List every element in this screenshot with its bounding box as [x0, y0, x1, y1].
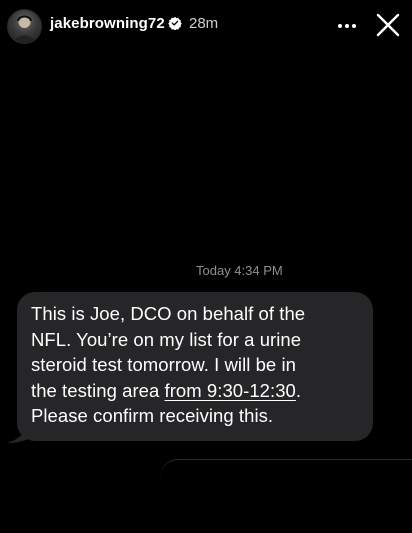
message-line: steroid test tomorrow. I will be in	[31, 354, 296, 375]
post-age: 28m	[189, 15, 219, 32]
more-icon	[338, 24, 356, 28]
message-line: NFL. You’re on my list for a urine	[31, 328, 302, 350]
close-button[interactable]	[374, 11, 402, 39]
more-button[interactable]	[334, 12, 360, 36]
next-message-bubble-edge	[160, 459, 412, 500]
message-line: Please confirm receiving this.	[31, 405, 274, 426]
time-range-link[interactable]: from 9:30-12:30	[165, 380, 296, 401]
message-line: This is Joe, DCO on behalf of the	[31, 303, 306, 324]
close-icon	[376, 13, 400, 37]
avatar[interactable]	[7, 9, 42, 44]
verified-badge-icon	[168, 16, 182, 30]
avatar-image	[14, 15, 35, 43]
message-line-text: the testing area	[31, 379, 165, 401]
message-line-punctuation: .	[295, 379, 302, 401]
message-timestamp: Today 4:34 PM	[196, 263, 283, 278]
message-text: This is Joe, DCO on behalf of the NFL. Y…	[31, 301, 371, 429]
story-header: jakebrowning72 28m	[0, 0, 412, 52]
username[interactable]: jakebrowning72	[50, 15, 165, 32]
message-line: the testing area from 9:30-12:30.	[31, 378, 371, 404]
